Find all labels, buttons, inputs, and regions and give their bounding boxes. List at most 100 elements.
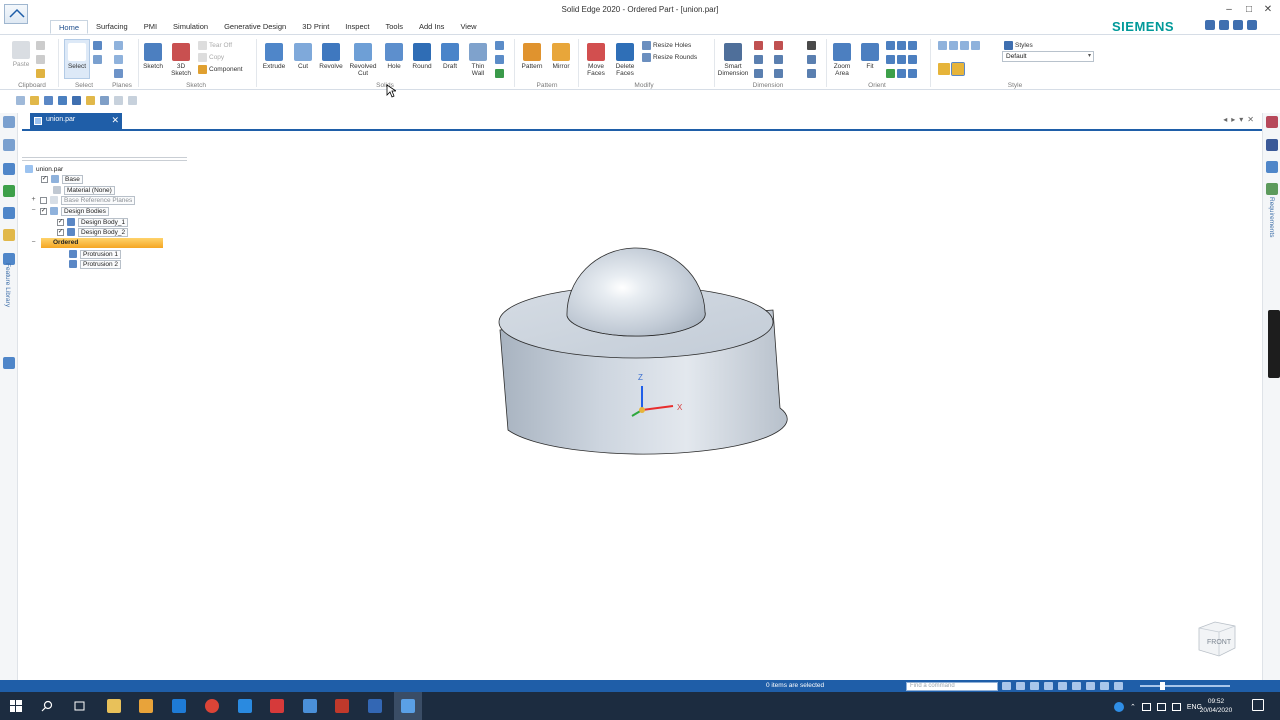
fit-status-icon[interactable] (1044, 682, 1053, 690)
customize-icon[interactable] (128, 95, 137, 105)
cut-clip-icon[interactable] (36, 41, 45, 50)
table-icon[interactable] (774, 69, 783, 78)
taskbar-active-app[interactable] (394, 692, 422, 720)
tree-item-base-reference-planes[interactable]: + Base Reference Planes (30, 195, 136, 205)
document-tab[interactable]: union.par ✕ (30, 113, 122, 129)
smart-dimension-button[interactable]: Smart Dimension (716, 43, 750, 77)
maximize-button[interactable]: □ (1242, 4, 1256, 15)
tab-simulation[interactable]: Simulation (165, 20, 216, 34)
annotation-icon[interactable] (774, 55, 783, 64)
windows-start-icon[interactable] (10, 700, 22, 712)
select-tools-icon[interactable] (93, 41, 102, 50)
collapse-icon[interactable]: − (30, 239, 37, 247)
rotate-status-icon[interactable] (1072, 682, 1081, 690)
zoom-icon[interactable] (886, 41, 917, 50)
copy-sketch-button[interactable]: Copy (198, 53, 224, 62)
tree-item-protrusion-1[interactable]: Protrusion 1 (69, 249, 122, 259)
search-icon[interactable] (41, 700, 53, 712)
requirements-icon[interactable] (1266, 183, 1278, 195)
battery-icon[interactable] (1171, 703, 1181, 711)
visibility-checkbox[interactable]: ✓ (57, 228, 64, 236)
tray-overflow-icon[interactable]: ⌃ (1130, 703, 1136, 711)
move-faces-button[interactable]: Move Faces (582, 43, 610, 77)
pathfinder-icon[interactable] (3, 116, 15, 128)
layers-icon[interactable] (3, 139, 15, 151)
zoom-area-button[interactable]: Zoom Area (830, 43, 854, 77)
save-icon[interactable] (44, 95, 53, 105)
extrude-button[interactable]: Extrude (260, 43, 288, 70)
clock[interactable]: 09:52 20/04/2020 (1198, 697, 1234, 715)
expand-icon[interactable]: + (30, 196, 37, 204)
thin-wall-button[interactable]: Thin Wall (465, 43, 491, 77)
chrome-icon[interactable] (205, 699, 219, 713)
tree-item-protrusion-2[interactable]: Protrusion 2 (69, 259, 122, 269)
tree-root[interactable]: union.par (25, 164, 63, 174)
tab-tools[interactable]: Tools (377, 20, 411, 34)
minimize-button[interactable]: – (1222, 4, 1236, 15)
plane-options-icon[interactable] (114, 55, 123, 64)
visibility-checkbox[interactable]: ✓ (41, 175, 48, 183)
view-cube[interactable]: FRONT (1195, 618, 1239, 660)
zoom-area-status-icon[interactable] (1016, 682, 1025, 690)
cloud-icon[interactable] (1266, 161, 1278, 173)
leader-icon[interactable] (807, 55, 816, 64)
family-icon[interactable] (3, 207, 15, 219)
file-explorer-icon[interactable] (107, 699, 121, 713)
help-tray-icon[interactable] (1114, 702, 1124, 712)
text-icon[interactable] (807, 41, 816, 50)
tab-3d-print[interactable]: 3D Print (294, 20, 337, 34)
component-button[interactable]: Component (198, 65, 243, 74)
new-icon[interactable] (16, 95, 25, 105)
relate-icon[interactable] (774, 41, 783, 50)
tree-item-material[interactable]: Material (None) (53, 185, 115, 195)
close-window-button[interactable]: ✕ (1261, 4, 1275, 15)
pathfinder-grip[interactable] (22, 157, 187, 161)
tab-surfacing[interactable]: Surfacing (88, 20, 136, 34)
settings-gear-icon[interactable] (3, 357, 15, 369)
app-icon-blue[interactable] (303, 699, 317, 713)
view-style-icons[interactable] (938, 41, 980, 50)
tree-item-ordered[interactable]: Ordered (41, 238, 163, 248)
tree-item-design-bodies[interactable]: − ✓ Design Bodies (30, 206, 109, 216)
paste-button[interactable]: Paste (10, 41, 32, 68)
recorder-widget[interactable] (1268, 310, 1280, 378)
key-icon[interactable] (3, 229, 15, 241)
tear-off-button[interactable]: Tear Off (198, 41, 232, 50)
shaded-icons[interactable] (938, 62, 965, 76)
delete-faces-button[interactable]: Delete Faces (611, 43, 639, 77)
network-icon[interactable] (1141, 703, 1151, 711)
visibility-checkbox[interactable]: ✓ (40, 207, 47, 215)
app-icon-se[interactable] (368, 699, 382, 713)
revolve-button[interactable]: Revolve (317, 43, 345, 70)
task-view-icon[interactable] (73, 700, 86, 712)
hole-button[interactable]: Hole (383, 43, 405, 70)
tab-inspect[interactable]: Inspect (337, 20, 377, 34)
tab-home[interactable]: Home (50, 20, 89, 34)
requirements-label[interactable]: Requirements (1268, 197, 1275, 237)
add-body-icon[interactable] (495, 41, 504, 50)
select-filter-icon[interactable] (93, 55, 102, 64)
revolved-cut-button[interactable]: Revolved Cut (347, 43, 379, 77)
cut-button[interactable]: Cut (292, 43, 314, 70)
tab-view[interactable]: View (452, 20, 484, 34)
shading-status-icon[interactable] (1100, 682, 1109, 690)
volume-icon[interactable] (1156, 703, 1166, 711)
visibility-checkbox[interactable] (40, 196, 47, 204)
round-button[interactable]: Round (408, 43, 436, 70)
tab-add-ins[interactable]: Add Ins (411, 20, 452, 34)
panel-icon[interactable] (1266, 116, 1278, 128)
collapse-icon[interactable]: − (30, 207, 37, 215)
plane-icon[interactable] (114, 41, 123, 50)
ordered-collapse[interactable]: − (30, 238, 40, 248)
tab-generative-design[interactable]: Generative Design (216, 20, 294, 34)
copy-clip-icon[interactable] (36, 55, 45, 64)
resize-holes-button[interactable]: Resize Holes (642, 41, 691, 50)
format-painter-icon[interactable] (36, 69, 45, 78)
app-icon-shield[interactable] (335, 699, 349, 713)
zoom-slider[interactable] (1140, 682, 1230, 690)
redo-icon[interactable] (114, 95, 123, 105)
coordinate-dimension-icon[interactable] (754, 69, 763, 78)
pan-icon[interactable] (886, 55, 917, 64)
app-icon-orange[interactable] (139, 699, 153, 713)
fit-button[interactable]: Fit (858, 43, 882, 70)
